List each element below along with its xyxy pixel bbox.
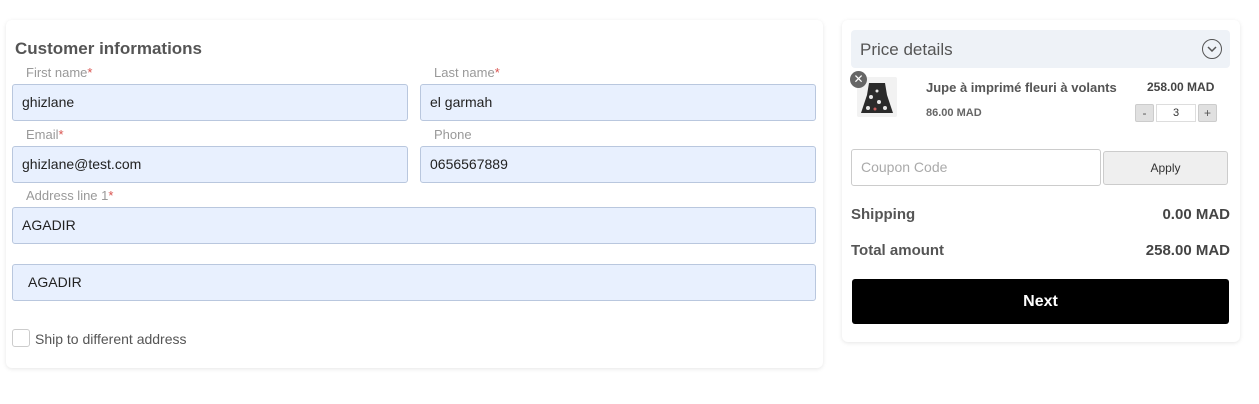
address1-label: Address line 1* <box>26 188 113 203</box>
next-button[interactable]: Next <box>852 279 1229 324</box>
address1-input[interactable]: AGADIR <box>12 207 816 244</box>
last-name-input[interactable]: el garmah <box>420 84 816 121</box>
first-name-label: First name* <box>26 65 92 80</box>
apply-coupon-button[interactable]: Apply <box>1103 151 1228 185</box>
first-name-input[interactable]: ghizlane <box>12 84 408 121</box>
qty-decrease-button[interactable]: - <box>1135 104 1154 122</box>
required-marker: * <box>494 65 500 80</box>
email-label: Email* <box>26 127 64 142</box>
product-name: Jupe à imprimé fleuri à volants <box>926 80 1117 95</box>
remove-item-icon[interactable]: ✕ <box>850 71 867 88</box>
required-marker: * <box>58 127 64 142</box>
last-name-label-text: Last name <box>434 65 495 80</box>
price-details-title: Price details <box>860 40 953 59</box>
product-unit-price: 86.00 MAD <box>926 107 982 119</box>
last-name-label: Last name* <box>434 65 500 80</box>
first-name-label-text: First name <box>26 65 88 80</box>
price-details-header[interactable]: Price details <box>851 30 1230 68</box>
required-marker: * <box>87 65 93 80</box>
coupon-input[interactable]: Coupon Code <box>851 149 1101 186</box>
section-title: Customer informations <box>15 39 203 58</box>
shipping-value: 0.00 MAD <box>1162 206 1230 223</box>
chevron-down-icon[interactable] <box>1202 39 1222 59</box>
address1-label-text: Address line 1 <box>26 188 109 203</box>
shipping-label: Shipping <box>851 206 916 223</box>
ship-different-checkbox[interactable] <box>12 329 30 347</box>
ship-different-label[interactable]: Ship to different address <box>35 331 187 347</box>
address2-input[interactable]: AGADIR <box>12 264 816 301</box>
qty-input[interactable]: 3 <box>1156 104 1196 122</box>
phone-input[interactable]: 0656567889 <box>420 146 816 183</box>
phone-label: Phone <box>434 127 472 142</box>
customer-info-card <box>6 20 823 368</box>
qty-increase-button[interactable]: + <box>1198 104 1217 122</box>
total-label: Total amount <box>851 242 945 259</box>
email-label-text: Email <box>26 127 59 142</box>
email-input[interactable]: ghizlane@test.com <box>12 146 408 183</box>
product-total-price: 258.00 MAD <box>1147 80 1215 94</box>
total-value: 258.00 MAD <box>1145 242 1230 259</box>
required-marker: * <box>108 188 114 203</box>
